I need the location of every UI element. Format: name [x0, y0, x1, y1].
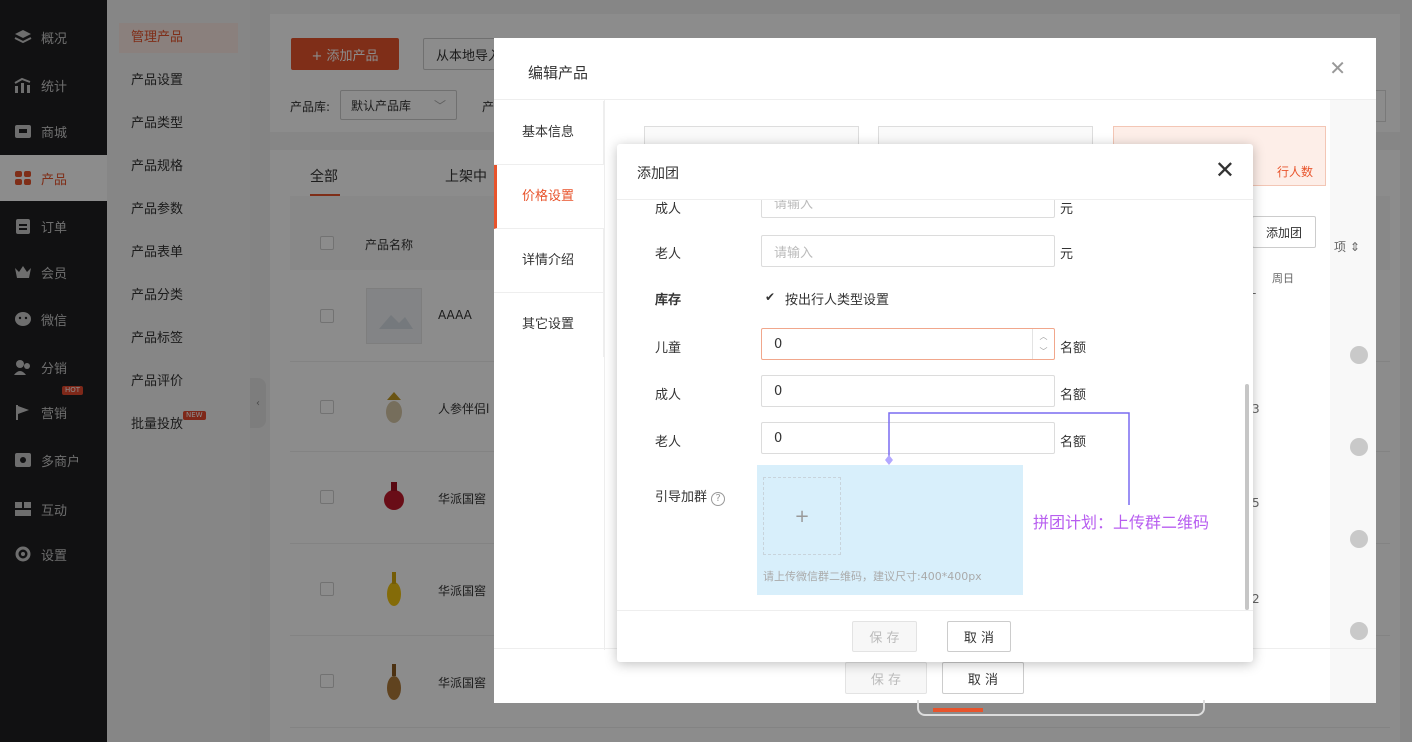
add-group-button[interactable]: 添加团 — [1252, 216, 1316, 248]
stepper-down-icon[interactable]: ﹀ — [1040, 346, 1048, 357]
unit-quota: 名额 — [1060, 341, 1087, 356]
stock-adult-input[interactable]: 0 — [761, 375, 1055, 407]
number-stepper[interactable]: ︿ ﹀ — [1032, 329, 1054, 359]
plus-icon: + — [794, 505, 810, 527]
placeholder-text: 请输入 — [774, 200, 814, 212]
scrollbar-thumb[interactable] — [933, 708, 983, 712]
stock-elder-label: 老人 — [655, 435, 682, 450]
upload-button[interactable]: + — [763, 477, 841, 555]
group-save-button[interactable]: 保 存 — [852, 621, 917, 652]
stock-child-label: 儿童 — [655, 341, 682, 356]
stock-by-type-checkbox[interactable]: ✔ — [763, 290, 777, 304]
annotation-connector — [885, 412, 1130, 505]
input-value: 0 — [774, 383, 783, 399]
group-dialog-body: 成人 请输入 元 老人 请输入 元 库存 ✔ 按出行人类型设置 儿童 0 ︿ ﹀ … — [617, 200, 1253, 610]
price-adult-label: 成人 — [655, 202, 682, 217]
price-elder-label: 老人 — [655, 247, 682, 262]
edit-dialog-title: 编辑产品 — [528, 64, 589, 82]
row-toggle[interactable] — [1350, 346, 1368, 364]
row-toggle[interactable] — [1350, 438, 1368, 456]
tab-price-settings[interactable]: 价格设置 — [494, 165, 604, 229]
stock-child-input[interactable]: 0 ︿ ﹀ — [761, 328, 1055, 360]
day-header: 周日 — [1272, 272, 1294, 285]
price-adult-input[interactable]: 请输入 — [761, 200, 1055, 218]
tab-other-settings[interactable]: 其它设置 — [494, 293, 604, 357]
stepper-up-icon[interactable]: ︿ — [1040, 331, 1048, 342]
stock-checkbox-label: 按出行人类型设置 — [785, 293, 890, 308]
close-icon[interactable]: ✕ — [1329, 56, 1346, 80]
cell-value: 5 — [1252, 496, 1260, 510]
sort-icon: ⇕ — [1349, 240, 1360, 254]
tab-basic-info[interactable]: 基本信息 — [494, 101, 604, 165]
peek-label: 行人数 — [1276, 165, 1313, 179]
add-group-dialog: 添加团 ✕ 成人 请输入 元 老人 请输入 元 库存 ✔ 按出行人类型设置 儿童… — [617, 144, 1253, 662]
tab-divider — [604, 100, 605, 650]
input-value: 0 — [774, 336, 783, 352]
close-icon[interactable]: ✕ — [1215, 156, 1235, 184]
unit-yuan: 元 — [1060, 247, 1074, 262]
stock-label: 库存 — [655, 293, 682, 308]
stock-adult-label: 成人 — [655, 388, 682, 403]
unit-yuan: 元 — [1060, 202, 1074, 217]
cell-value: 2 — [1252, 592, 1260, 606]
unit-quota: 名额 — [1060, 388, 1087, 403]
help-icon[interactable]: ? — [711, 492, 726, 506]
upload-hint: 请上传微信群二维码，建议尺寸:400*400px — [763, 570, 982, 583]
cell-value: 3 — [1252, 402, 1260, 416]
column-sort-label: 项 ⇕ — [1334, 240, 1360, 254]
footer-divider — [617, 610, 1253, 611]
dialog-scrollbar[interactable] — [1245, 384, 1249, 610]
edit-cancel-button[interactable]: 取 消 — [942, 662, 1024, 694]
input-value: 0 — [774, 430, 783, 446]
group-cancel-button[interactable]: 取 消 — [947, 621, 1011, 652]
annotation-text: 拼团计划：上传群二维码 — [1033, 513, 1210, 532]
edit-dialog-header: 编辑产品 ✕ — [494, 38, 1376, 100]
row-toggle[interactable] — [1350, 530, 1368, 548]
row-toggle[interactable] — [1350, 622, 1368, 640]
placeholder-text: 请输入 — [774, 245, 814, 261]
price-elder-input[interactable]: 请输入 — [761, 235, 1055, 267]
right-column: 项 ⇕ — [1330, 100, 1376, 703]
guide-group-label: 引导加群 ? — [655, 486, 726, 506]
group-dialog-header: 添加团 ✕ — [617, 144, 1253, 200]
tab-detail-intro[interactable]: 详情介绍 — [494, 229, 604, 293]
edit-save-button[interactable]: 保 存 — [845, 662, 927, 694]
group-dialog-title: 添加团 — [637, 166, 679, 182]
